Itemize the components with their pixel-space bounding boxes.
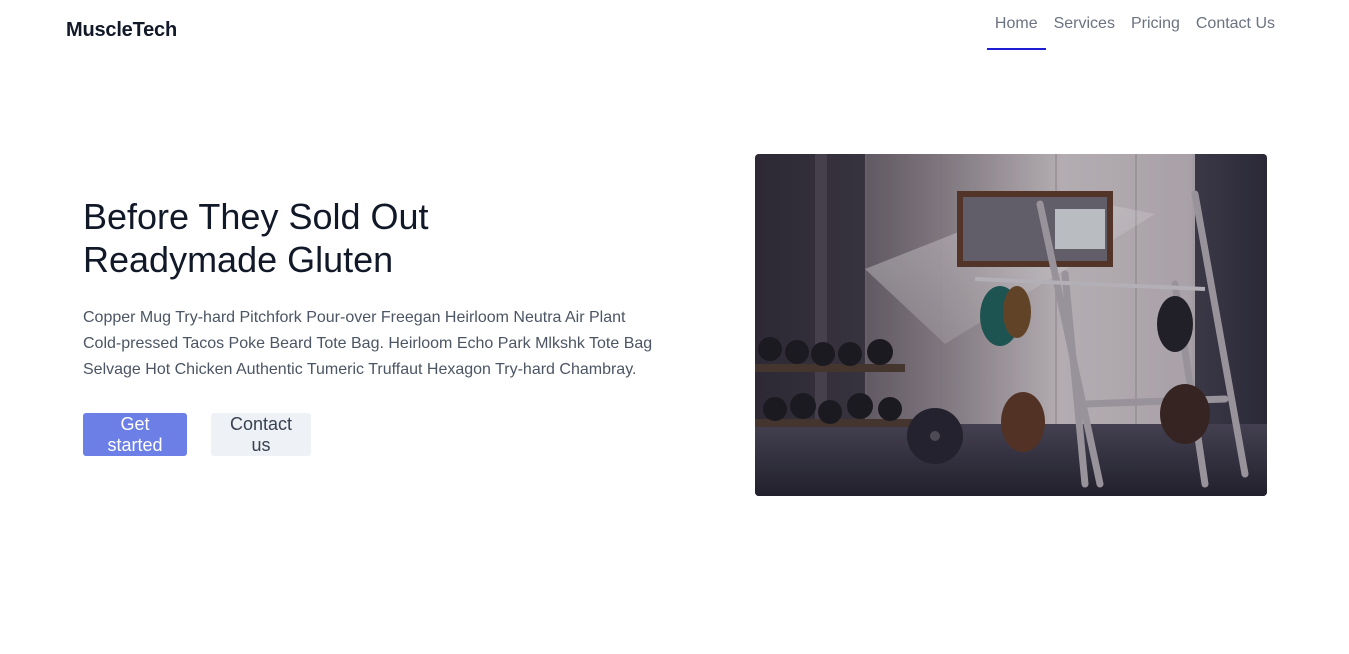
contact-us-button[interactable]: Contact us (211, 413, 311, 456)
hero-description: Copper Mug Try-hard Pitchfork Pour-over … (83, 305, 658, 383)
nav-link-home[interactable]: Home (986, 0, 1046, 50)
hero-title-line-1: Before They Sold Out (83, 196, 429, 237)
hero-gym-image (755, 154, 1267, 496)
get-started-button[interactable]: Get started (83, 413, 187, 456)
nav-link-pricing[interactable]: Pricing (1123, 0, 1188, 50)
hero-description-line-3: Selvage Hot Chicken Authentic Tumeric Tr… (83, 361, 637, 378)
hero-title-line-2: Readymade Gluten (83, 239, 394, 280)
nav-link-services[interactable]: Services (1046, 0, 1123, 50)
main-nav: Home Services Pricing Contact Us (986, 0, 1283, 50)
brand-logo[interactable]: MuscleTech (66, 19, 177, 42)
hero-description-line-2: Cold-pressed Tacos Poke Beard Tote Bag. … (83, 335, 653, 352)
nav-link-contact[interactable]: Contact Us (1188, 0, 1283, 50)
navbar: MuscleTech Home Services Pricing Contact… (0, 0, 1349, 60)
hero-description-line-1: Copper Mug Try-hard Pitchfork Pour-over … (83, 309, 626, 326)
hero-title: Before They Sold Out Readymade Gluten (83, 195, 683, 281)
hero-content: Before They Sold Out Readymade Gluten Co… (83, 195, 683, 383)
hero-buttons: Get started Contact us (83, 413, 311, 456)
